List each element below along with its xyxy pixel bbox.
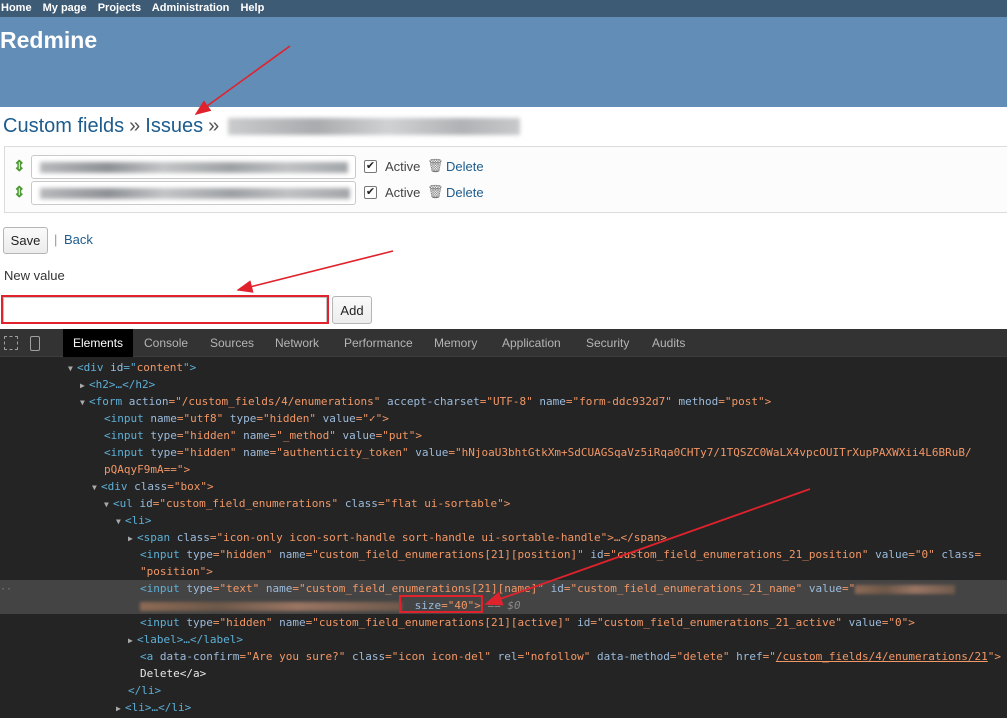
trash-icon: 🗑 [427, 158, 444, 173]
tab-network[interactable]: Network [275, 329, 319, 357]
delete-link[interactable]: Delete [446, 159, 484, 174]
tab-console[interactable]: Console [144, 329, 188, 357]
sort-handle-icon[interactable]: ⇕ [13, 158, 26, 176]
breadcrumb-issues[interactable]: Issues [145, 115, 203, 137]
breadcrumb-separator: » [129, 115, 141, 137]
elements-tree: ▼ <div id="content"> ▶ <h2>…</h2> ▼ <form a… [0, 359, 1007, 718]
devtools-panel: Elements Console Sources Network Perform… [0, 329, 1007, 718]
tab-memory[interactable]: Memory [434, 329, 477, 357]
enumeration-name-input[interactable] [31, 181, 356, 205]
sort-handle-icon[interactable]: ⇕ [13, 184, 26, 202]
dom-line[interactable]: <input type="hidden" name="custom_field_… [0, 614, 1007, 631]
more-icon[interactable]: ·· [0, 581, 12, 598]
dom-line[interactable]: ▼ <ul id="custom_field_enumerations" clas… [0, 495, 1007, 512]
dom-line-selected[interactable]: size="40"> == $0 [0, 597, 1007, 614]
tab-performance[interactable]: Performance [344, 329, 413, 357]
save-button[interactable]: Save [3, 227, 48, 254]
dom-line[interactable]: ▼ <div id="content"> [0, 359, 1007, 376]
active-checkbox[interactable]: ✔ [364, 186, 377, 199]
menu-my-page[interactable]: My page [43, 2, 87, 14]
dom-line[interactable]: <input type="hidden" name="_method" valu… [0, 427, 1007, 444]
blurred-value [140, 601, 402, 611]
dom-line[interactable]: ▶ <span class="icon-only icon-sort-handle… [0, 529, 1007, 546]
inspect-icon[interactable] [4, 336, 18, 350]
dom-line[interactable]: ▼ <form action="/custom_fields/4/enumerat… [0, 393, 1007, 410]
back-link[interactable]: Back [64, 232, 93, 247]
enumeration-row: ⇕ ✔ Active 🗑 Delete [5, 181, 605, 205]
blurred-text [40, 162, 348, 173]
active-label: Active [385, 159, 421, 174]
tab-audits[interactable]: Audits [652, 329, 685, 357]
dom-line[interactable]: <a data-confirm="Are you sure?" class="i… [0, 648, 1007, 665]
page: { "topmenu": {"items": ["Home", "My page… [0, 0, 1007, 718]
tab-security[interactable]: Security [586, 329, 629, 357]
dom-line[interactable]: ▶ <li>…</li> [0, 699, 1007, 716]
blurred-field-name [228, 118, 521, 136]
dom-line[interactable]: <input name="utf8" type="hidden" value="… [0, 410, 1007, 427]
delete-link[interactable]: Delete [446, 185, 484, 200]
app-title[interactable]: Redmine [0, 27, 97, 54]
dom-line[interactable]: ▶ <h2>…</h2> [0, 376, 1007, 393]
menu-administration[interactable]: Administration [152, 2, 230, 14]
blurred-value [855, 584, 956, 594]
tab-elements[interactable]: Elements [63, 329, 134, 357]
separator: | [54, 232, 58, 247]
dom-line[interactable]: </li> [0, 682, 1007, 699]
add-button[interactable]: Add [332, 296, 372, 324]
header: Redmine [0, 17, 1007, 107]
menu-help[interactable]: Help [240, 2, 264, 14]
enumeration-row: ⇕ ✔ Active 🗑 Delete [5, 155, 605, 179]
trash-icon: 🗑 [427, 184, 444, 199]
dom-line[interactable]: ▼ <div class="box"> [0, 478, 1007, 495]
dom-line[interactable]: "position"> [0, 563, 1007, 580]
device-icon[interactable] [30, 336, 40, 351]
arrow-to-new-value [236, 250, 394, 293]
breadcrumb: Custom fields» Issues» [3, 115, 521, 138]
dom-line[interactable]: pQAqyF9mA=="> [0, 461, 1007, 478]
active-label: Active [385, 185, 421, 200]
enumeration-name-input[interactable] [31, 155, 356, 179]
menu-projects[interactable]: Projects [98, 2, 141, 14]
tab-application[interactable]: Application [502, 329, 561, 357]
dom-line[interactable]: <input type="hidden" name="authenticity_… [0, 444, 1007, 461]
breadcrumb-custom-fields[interactable]: Custom fields [3, 115, 124, 137]
breadcrumb-separator: » [208, 115, 220, 137]
dom-line[interactable]: <input type="hidden" name="custom_field_… [0, 546, 1007, 563]
devtools-toolbar: Elements Console Sources Network Perform… [0, 329, 1007, 357]
dom-line[interactable]: Delete</a> [0, 665, 1007, 682]
menu-home[interactable]: Home [1, 2, 32, 14]
new-value-label: New value [4, 268, 65, 283]
dom-line[interactable]: ▼ <li> [0, 512, 1007, 529]
tab-sources[interactable]: Sources [210, 329, 254, 357]
top-menu: Home My page Projects Administration Hel… [0, 0, 1007, 17]
enumerations-box: ⇕ ✔ Active 🗑 Delete ⇕ ✔ Active 🗑 Delete [4, 146, 1007, 213]
dom-line-selected[interactable]: <input type="text" name="custom_field_en… [0, 580, 1007, 597]
blurred-text [40, 188, 350, 199]
active-checkbox[interactable]: ✔ [364, 160, 377, 173]
new-value-input[interactable] [3, 297, 327, 323]
dom-line[interactable]: ▶ <label>…</label> [0, 631, 1007, 648]
